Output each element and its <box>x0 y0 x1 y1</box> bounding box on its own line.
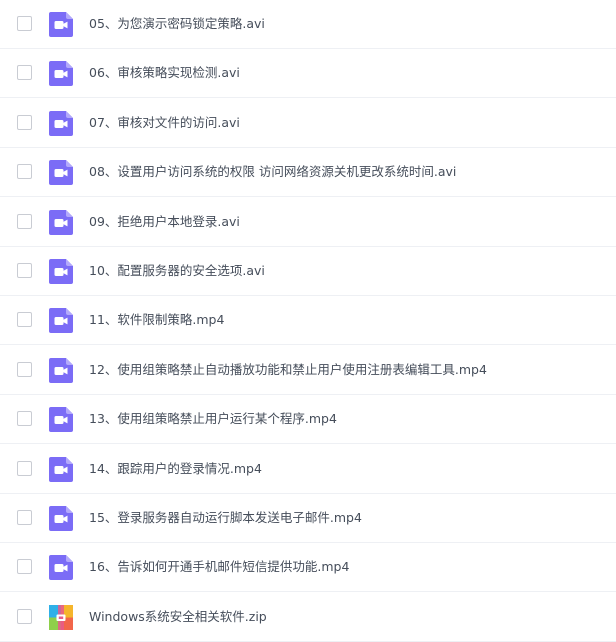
row-checkbox[interactable] <box>17 608 32 624</box>
row-checkbox[interactable] <box>17 263 32 278</box>
file-name[interactable]: 06、审核策略实现检测.avi <box>89 64 240 82</box>
row-checkbox[interactable] <box>17 65 32 81</box>
video-file-icon[interactable] <box>49 357 73 383</box>
row-checkbox[interactable] <box>17 213 32 229</box>
file-row[interactable]: 05、为您演示密码锁定策略.avi <box>0 0 616 49</box>
file-row[interactable]: 10、配置服务器的安全选项.avi <box>0 247 616 296</box>
row-checkbox[interactable] <box>17 510 32 525</box>
row-checkbox[interactable] <box>17 16 32 31</box>
row-checkbox[interactable] <box>17 312 32 328</box>
file-name[interactable]: 08、设置用户访问系统的权限 访问网络资源关机更改系统时间.avi <box>89 163 456 181</box>
file-name[interactable]: 15、登录服务器自动运行脚本发送电子邮件.mp4 <box>89 509 362 527</box>
file-row[interactable]: 11、软件限制策略.mp4 <box>0 296 616 346</box>
file-name[interactable]: 14、跟踪用户的登录情况.mp4 <box>89 460 262 478</box>
file-name[interactable]: 13、使用组策略禁止用户运行某个程序.mp4 <box>89 410 337 428</box>
video-file-icon[interactable] <box>49 308 73 334</box>
file-name[interactable]: 09、拒绝用户本地登录.avi <box>89 213 240 231</box>
file-row[interactable]: 15、登录服务器自动运行脚本发送电子邮件.mp4 <box>0 494 616 543</box>
file-name[interactable]: 05、为您演示密码锁定策略.avi <box>89 15 265 33</box>
file-row[interactable]: 08、设置用户访问系统的权限 访问网络资源关机更改系统时间.avi <box>0 148 616 198</box>
row-checkbox[interactable] <box>17 114 32 130</box>
file-name[interactable]: 12、使用组策略禁止自动播放功能和禁止用户使用注册表编辑工具.mp4 <box>89 361 487 379</box>
file-row[interactable]: 14、跟踪用户的登录情况.mp4 <box>0 445 616 494</box>
file-name[interactable]: 10、配置服务器的安全选项.avi <box>89 262 265 280</box>
file-list: 05、为您演示密码锁定策略.avi 06、审核策略实现检测.avi 07、审核对文件… <box>0 0 616 642</box>
file-name[interactable]: Windows系统安全相关软件.zip <box>89 608 267 626</box>
video-file-icon[interactable] <box>49 160 73 186</box>
file-name[interactable]: 11、软件限制策略.mp4 <box>89 311 224 329</box>
row-checkbox[interactable] <box>17 460 32 476</box>
video-file-icon[interactable] <box>49 456 73 482</box>
video-file-icon[interactable] <box>49 110 73 136</box>
file-row[interactable]: 06、审核策略实现检测.avi <box>0 49 616 99</box>
video-file-icon[interactable] <box>49 12 73 37</box>
file-row[interactable]: Windows系统安全相关软件.zip <box>0 593 616 642</box>
file-row[interactable]: 16、告诉如何开通手机邮件短信提供功能.mp4 <box>0 543 616 593</box>
video-file-icon[interactable] <box>49 407 73 433</box>
video-file-icon[interactable] <box>49 555 73 581</box>
file-name[interactable]: 16、告诉如何开通手机邮件短信提供功能.mp4 <box>89 558 349 576</box>
file-row[interactable]: 07、审核对文件的访问.avi <box>0 99 616 148</box>
file-row[interactable]: 13、使用组策略禁止用户运行某个程序.mp4 <box>0 395 616 445</box>
file-row[interactable]: 12、使用组策略禁止自动播放功能和禁止用户使用注册表编辑工具.mp4 <box>0 346 616 395</box>
row-checkbox[interactable] <box>17 411 32 427</box>
row-checkbox[interactable] <box>17 164 32 180</box>
row-checkbox[interactable] <box>17 361 32 377</box>
row-checkbox[interactable] <box>17 559 32 575</box>
file-row[interactable]: 09、拒绝用户本地登录.avi <box>0 198 616 247</box>
zip-file-icon[interactable] <box>49 604 73 630</box>
file-name[interactable]: 07、审核对文件的访问.avi <box>89 114 240 132</box>
video-file-icon[interactable] <box>49 506 73 531</box>
video-file-icon[interactable] <box>49 209 73 235</box>
video-file-icon[interactable] <box>49 61 73 87</box>
video-file-icon[interactable] <box>49 259 73 284</box>
